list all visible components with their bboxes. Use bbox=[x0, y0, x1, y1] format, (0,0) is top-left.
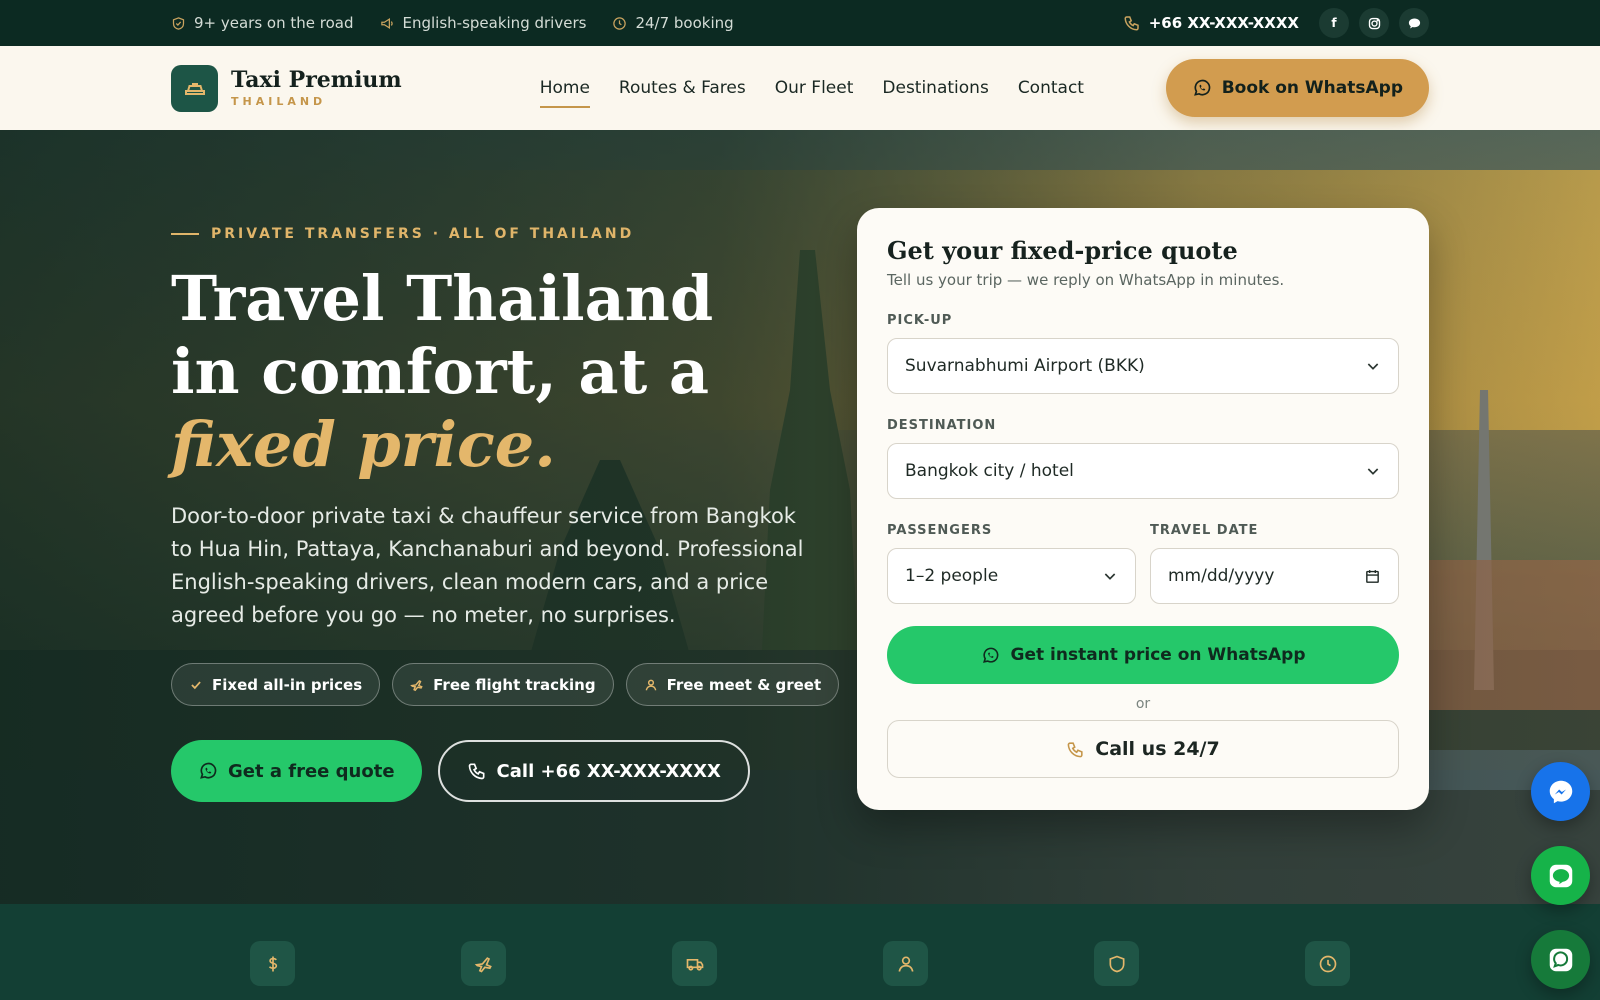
feature-chips: Fixed all-in prices Free flight tracking… bbox=[171, 663, 840, 706]
whatsapp-float-button[interactable] bbox=[1531, 930, 1590, 989]
topbar-phone-number: +66 XX-XXX-XXXX bbox=[1148, 14, 1299, 32]
clock-icon bbox=[612, 16, 627, 31]
whatsapp-icon bbox=[198, 761, 218, 781]
destination-value: Bangkok city / hotel bbox=[905, 461, 1074, 481]
chevron-down-icon bbox=[1367, 468, 1379, 475]
brand-name: Taxi Premium bbox=[231, 66, 402, 93]
calendar-icon[interactable] bbox=[1364, 568, 1381, 585]
chip-label: Free flight tracking bbox=[433, 675, 596, 694]
nav-item-our-fleet[interactable]: Our Fleet bbox=[775, 72, 854, 104]
topbar-item-booking: 24/7 booking bbox=[612, 14, 734, 32]
brand-logo[interactable]: Taxi Premium THAILAND bbox=[171, 64, 402, 112]
top-info-bar: 9+ years on the road English-speaking dr… bbox=[0, 0, 1600, 46]
passengers-select[interactable]: 1–2 people bbox=[887, 548, 1136, 604]
phone-icon bbox=[467, 761, 487, 781]
topbar-item-label: English-speaking drivers bbox=[402, 14, 587, 32]
nav-item-routes-fares[interactable]: Routes & Fares bbox=[619, 72, 746, 104]
passengers-label: PASSENGERS bbox=[887, 523, 993, 538]
destination-select[interactable]: Bangkok city / hotel bbox=[887, 443, 1399, 499]
brand-subtitle: THAILAND bbox=[231, 95, 327, 109]
or-divider: or bbox=[1135, 696, 1151, 712]
whatsapp-icon bbox=[1192, 78, 1212, 98]
nav-item-home[interactable]: Home bbox=[539, 72, 591, 108]
book-button-label: Book on WhatsApp bbox=[1221, 78, 1403, 98]
chevron-down-icon bbox=[1104, 573, 1116, 580]
facebook-icon[interactable]: f bbox=[1319, 8, 1349, 38]
nav-item-destinations[interactable]: Destinations bbox=[882, 72, 988, 104]
phone-icon bbox=[1123, 14, 1141, 32]
call-phone-label: Call +66 XX-XXX-XXXX bbox=[496, 760, 721, 782]
dollar-icon bbox=[250, 941, 295, 986]
plane-icon bbox=[410, 678, 424, 692]
pickup-label: PICK-UP bbox=[887, 313, 953, 328]
travel-date-label: TRAVEL DATE bbox=[1150, 523, 1259, 538]
hero-description: Door-to-door private taxi & chauffeur se… bbox=[171, 504, 804, 627]
van-icon bbox=[672, 941, 717, 986]
whatsapp-icon bbox=[981, 646, 1000, 665]
nav-item-contact[interactable]: Contact bbox=[1018, 72, 1084, 104]
taxi-car-icon bbox=[171, 64, 218, 112]
quote-card-title: Get your fixed-price quote bbox=[887, 236, 1238, 265]
check-icon bbox=[189, 678, 203, 692]
person-icon bbox=[883, 941, 928, 986]
travel-date-input[interactable]: mm/dd/yyyy bbox=[1150, 548, 1399, 604]
topbar-item-label: 9+ years on the road bbox=[194, 14, 354, 32]
eyebrow-rule bbox=[171, 233, 199, 235]
passengers-value: 1–2 people bbox=[905, 566, 999, 586]
shield-icon bbox=[1094, 941, 1139, 986]
quote-form-card: Get your fixed-price quote Tell us your … bbox=[857, 208, 1429, 810]
features-band bbox=[0, 904, 1600, 1000]
clock-icon bbox=[1305, 941, 1350, 986]
get-free-quote-button[interactable]: Get a free quote bbox=[171, 740, 422, 802]
line-icon bbox=[1546, 861, 1576, 891]
get-quote-label: Get a free quote bbox=[228, 760, 395, 782]
hero-section: PRIVATE TRANSFERS · ALL OF THAILAND Trav… bbox=[0, 130, 1600, 904]
eyebrow-text: PRIVATE TRANSFERS · ALL OF THAILAND bbox=[211, 226, 635, 242]
pickup-select[interactable]: Suvarnabhumi Airport (BKK) bbox=[887, 338, 1399, 394]
person-icon bbox=[644, 678, 658, 692]
date-placeholder: mm/dd/yyyy bbox=[1168, 566, 1275, 586]
chip-flight-tracking: Free flight tracking bbox=[392, 663, 614, 706]
megaphone-icon bbox=[380, 16, 395, 31]
chip-fixed-prices: Fixed all-in prices bbox=[171, 663, 381, 706]
headline-accent: fixed price. bbox=[171, 408, 556, 481]
chip-label: Fixed all-in prices bbox=[212, 675, 363, 694]
topbar-item-drivers: English-speaking drivers bbox=[380, 14, 587, 32]
destination-label: DESTINATION bbox=[887, 418, 997, 433]
book-on-whatsapp-button[interactable]: Book on WhatsApp bbox=[1165, 59, 1429, 117]
hero-eyebrow: PRIVATE TRANSFERS · ALL OF THAILAND bbox=[171, 226, 634, 242]
instant-price-label: Get instant price on WhatsApp bbox=[1010, 645, 1306, 665]
topbar-phone-link[interactable]: +66 XX-XXX-XXXX bbox=[1123, 14, 1299, 32]
shield-check-icon bbox=[171, 16, 186, 31]
instagram-icon[interactable] bbox=[1359, 8, 1389, 38]
call-us-button[interactable]: Call us 24/7 bbox=[887, 720, 1399, 778]
plane-icon bbox=[461, 941, 506, 986]
whatsapp-icon bbox=[1546, 945, 1576, 975]
messenger-icon bbox=[1546, 777, 1576, 807]
messenger-float-button[interactable] bbox=[1531, 762, 1590, 821]
hero-headline: Travel Thailand in comfort, at a fixed p… bbox=[171, 262, 791, 481]
site-header: Taxi Premium THAILAND Home Routes & Fare… bbox=[0, 46, 1600, 130]
chip-meet-greet: Free meet & greet bbox=[625, 663, 840, 706]
call-phone-button[interactable]: Call +66 XX-XXX-XXXX bbox=[437, 740, 750, 802]
phone-icon bbox=[1066, 740, 1085, 759]
chevron-down-icon bbox=[1367, 363, 1379, 370]
pickup-value: Suvarnabhumi Airport (BKK) bbox=[905, 356, 1145, 376]
instant-price-whatsapp-button[interactable]: Get instant price on WhatsApp bbox=[887, 626, 1399, 684]
line-float-button[interactable] bbox=[1531, 846, 1590, 905]
main-nav: Home Routes & Fares Our Fleet Destinatio… bbox=[539, 72, 1084, 108]
chip-label: Free meet & greet bbox=[666, 675, 822, 694]
chat-bubble-icon[interactable] bbox=[1399, 8, 1429, 38]
facebook-letter: f bbox=[1331, 16, 1337, 30]
headline-main: Travel Thailand in comfort, at a bbox=[171, 262, 714, 408]
call-us-label: Call us 24/7 bbox=[1095, 738, 1220, 760]
hero-cta-row: Get a free quote Call +66 XX-XXX-XXXX bbox=[171, 740, 750, 802]
quote-card-subtitle: Tell us your trip — we reply on WhatsApp… bbox=[887, 271, 1285, 289]
topbar-item-experience: 9+ years on the road bbox=[171, 14, 354, 32]
topbar-item-label: 24/7 booking bbox=[635, 14, 734, 32]
